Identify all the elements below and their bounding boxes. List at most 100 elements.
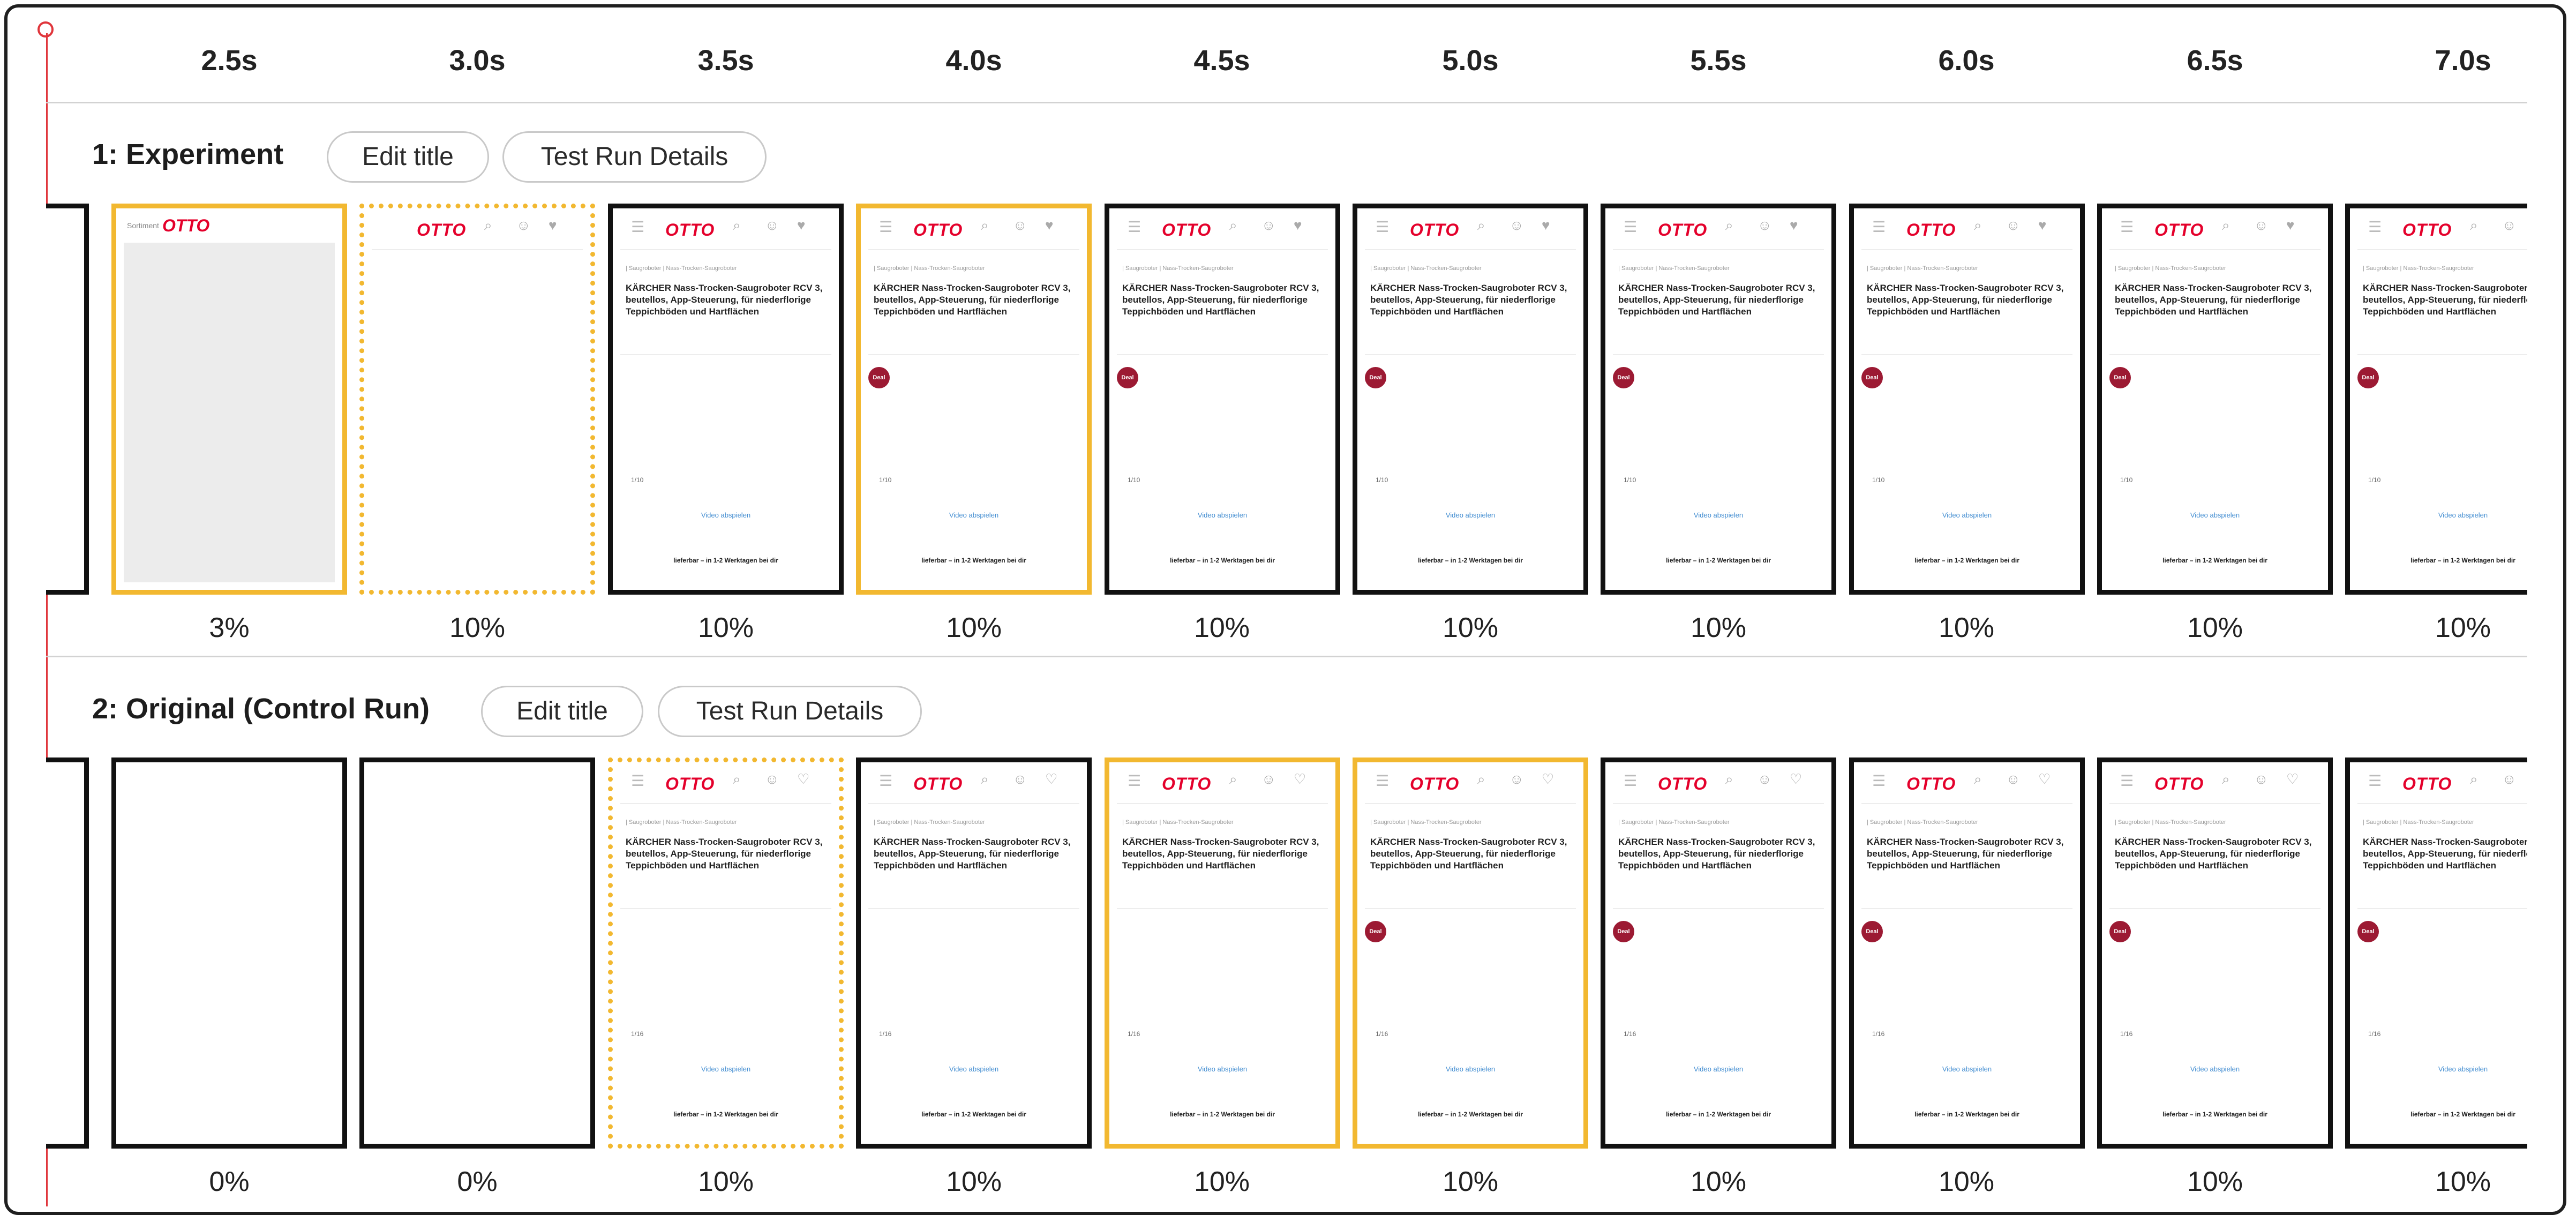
- filmstrip-frame[interactable]: ☰ OTTO ⌕ ☺ ♥ | Saugroboter | Nass-Trocke…: [2345, 204, 2527, 595]
- deal-badge: Deal: [2357, 921, 2379, 942]
- otto-logo: OTTO: [665, 220, 715, 239]
- page-header: ☰ OTTO ⌕ ☺ ♥: [1365, 216, 1576, 250]
- page-header: ☰ OTTO ⌕ ☺ ♡: [2109, 770, 2320, 804]
- filmstrip-frame[interactable]: ☰ OTTO ⌕ ☺ ♥ | Saugroboter | Nass-Trocke…: [608, 204, 844, 595]
- image-counter: 1/16: [1624, 1030, 1636, 1038]
- filmstrip-frame[interactable]: ☰ OTTO ⌕ ☺ ♡ | Saugroboter | Nass-Trocke…: [2097, 758, 2333, 1149]
- user-icon: ☺: [1758, 217, 1772, 233]
- page-header: ☰ OTTO ⌕ ☺ ♡: [2357, 770, 2527, 804]
- breadcrumb: | Saugroboter | Nass-Trocken-Saugroboter: [874, 265, 985, 272]
- heart-icon: ♥: [2286, 217, 2295, 233]
- filmstrip-frame[interactable]: Sortiment OTTO: [111, 204, 347, 595]
- filmstrip-frame[interactable]: [359, 758, 595, 1149]
- page-screenshot: ☰ OTTO ⌕ ☺ ♡ | Saugroboter | Nass-Trocke…: [613, 762, 839, 1144]
- user-icon: ☺: [1509, 771, 1524, 787]
- search-icon: ⌕: [733, 771, 741, 787]
- filmstrip-frame[interactable]: ☰ OTTO ⌕ ☺ ♥ | Saugroboter | Nass-Trocke…: [2097, 204, 2333, 595]
- playhead-handle[interactable]: [37, 21, 54, 38]
- search-icon: ⌕: [1725, 771, 1733, 787]
- delivery-info: lieferbar – in 1-2 Werktagen bei dir: [921, 557, 1026, 564]
- breadcrumb: | Saugroboter | Nass-Trocken-Saugroboter: [2363, 819, 2474, 826]
- filmstrip-frame[interactable]: ☰ OTTO ⌕ ☺ ♡ | Saugroboter | Nass-Trocke…: [1353, 758, 1588, 1149]
- page-screenshot: ☰ OTTO ⌕ ☺ ♡ | Saugroboter | Nass-Trocke…: [2350, 762, 2527, 1144]
- filmstrip-frame[interactable]: ☰ OTTO ⌕ ☺ ♡ | Saugroboter | Nass-Trocke…: [856, 758, 1092, 1149]
- test-run-details-button[interactable]: Test Run Details: [502, 131, 767, 183]
- row-title-experiment: 1: Experiment: [92, 138, 284, 170]
- delivery-info: lieferbar – in 1-2 Werktagen bei dir: [1666, 557, 1771, 564]
- video-link: Video abspielen: [1445, 511, 1496, 519]
- product-title: KÄRCHER Nass-Trocken-Saugroboter RCV 3, …: [1867, 837, 2064, 871]
- breadcrumb: | Saugroboter | Nass-Trocken-Saugroboter: [1370, 265, 1482, 272]
- product-title: KÄRCHER Nass-Trocken-Saugroboter RCV 3, …: [874, 837, 1071, 871]
- filmstrip-frame[interactable]: [46, 204, 89, 595]
- filmstrip-frame[interactable]: ☰ OTTO ⌕ ☺ ♡ | Saugroboter | Nass-Trocke…: [2345, 758, 2527, 1149]
- menu-icon: ☰: [1624, 772, 1638, 789]
- video-link: Video abspielen: [2190, 511, 2240, 519]
- filmstrip-frame[interactable]: ☰ OTTO ⌕ ☺ ♡ | Saugroboter | Nass-Trocke…: [608, 758, 844, 1149]
- menu-icon: ☰: [1624, 219, 1638, 235]
- time-tick: 5.5s: [1690, 44, 1747, 77]
- time-tick: 4.0s: [945, 44, 1002, 77]
- filmstrip-frame[interactable]: ☰ OTTO ⌕ ☺ ♥ | Saugroboter | Nass-Trocke…: [1105, 204, 1340, 595]
- breadcrumb: | Saugroboter | Nass-Trocken-Saugroboter: [1122, 265, 1234, 272]
- divider: [1365, 908, 1576, 909]
- video-link: Video abspielen: [1445, 1065, 1496, 1073]
- otto-logo: OTTO: [1410, 774, 1460, 793]
- edit-title-button[interactable]: Edit title: [481, 686, 643, 737]
- filmstrip-frame[interactable]: ☰ OTTO ⌕ ☺ ♥ | Saugroboter | Nass-Trocke…: [1849, 204, 2085, 595]
- product-title: KÄRCHER Nass-Trocken-Saugroboter RCV 3, …: [1122, 837, 1319, 871]
- page-header: ☰ OTTO ⌕ ☺ ♡: [1365, 770, 1576, 804]
- video-link: Video abspielen: [949, 1065, 999, 1073]
- heart-icon: ♡: [2286, 771, 2299, 787]
- delivery-info: lieferbar – in 1-2 Werktagen bei dir: [921, 1111, 1026, 1118]
- video-link: Video abspielen: [1197, 511, 1248, 519]
- page-screenshot: ☰ OTTO ⌕ ☺ ♥ | Saugroboter | Nass-Trocke…: [1605, 208, 1831, 590]
- filmstrip-frame[interactable]: [111, 758, 347, 1149]
- user-icon: ☺: [2502, 217, 2517, 233]
- user-icon: ☺: [1261, 771, 1276, 787]
- visual-complete-percent: 10%: [2435, 1166, 2491, 1197]
- divider: [868, 908, 1079, 909]
- video-link: Video abspielen: [1693, 511, 1744, 519]
- edit-title-button[interactable]: Edit title: [327, 131, 489, 183]
- heart-icon: ♥: [2038, 217, 2047, 233]
- product-title: KÄRCHER Nass-Trocken-Saugroboter RCV 3, …: [626, 283, 823, 317]
- page-screenshot: ☰ OTTO ⌕ ☺ ♥ | Saugroboter | Nass-Trocke…: [2102, 208, 2328, 590]
- otto-logo: OTTO: [2402, 220, 2452, 239]
- image-counter: 1/10: [1376, 476, 1388, 484]
- product-title: KÄRCHER Nass-Trocken-Saugroboter RCV 3, …: [1867, 283, 2064, 317]
- filmstrip-frame[interactable]: ☰ OTTO ⌕ ☺ ♥ | Saugroboter | Nass-Trocke…: [1353, 204, 1588, 595]
- image-counter: 1/10: [1128, 476, 1140, 484]
- filmstrip-frame[interactable]: ☰ OTTO ⌕ ☺ ♡ | Saugroboter | Nass-Trocke…: [1849, 758, 2085, 1149]
- filmstrip-row-control: ☰ OTTO ⌕ ☺ ♡ | Saugroboter | Nass-Trocke…: [46, 758, 2527, 1149]
- search-icon: ⌕: [1477, 217, 1485, 233]
- otto-logo: OTTO: [2154, 774, 2204, 793]
- filmstrip-frame[interactable]: OTTO ⌕ ☺ ♥: [359, 204, 595, 595]
- filmstrip-frame[interactable]: ☰ OTTO ⌕ ☺ ♡ | Saugroboter | Nass-Trocke…: [1601, 758, 1836, 1149]
- test-run-details-button[interactable]: Test Run Details: [658, 686, 922, 737]
- filmstrip-frame[interactable]: ☰ OTTO ⌕ ☺ ♡ | Saugroboter | Nass-Trocke…: [1105, 758, 1340, 1149]
- page-header: ☰ OTTO ⌕ ☺ ♡: [868, 770, 1079, 804]
- video-link: Video abspielen: [2438, 511, 2488, 519]
- deal-badge: Deal: [1117, 367, 1138, 388]
- deal-badge: Deal: [868, 367, 890, 388]
- page-header: OTTO ⌕ ☺ ♥: [372, 216, 583, 250]
- delivery-info: lieferbar – in 1-2 Werktagen bei dir: [1170, 1111, 1275, 1118]
- page-header: ☰ OTTO ⌕ ☺ ♡: [620, 770, 831, 804]
- menu-icon: ☰: [631, 219, 645, 235]
- search-icon: ⌕: [2222, 217, 2230, 233]
- image-counter: 1/16: [879, 1030, 892, 1038]
- filmstrip-frame[interactable]: ☰ OTTO ⌕ ☺ ♥ | Saugroboter | Nass-Trocke…: [856, 204, 1092, 595]
- page-screenshot: ☰ OTTO ⌕ ☺ ♥ | Saugroboter | Nass-Trocke…: [2350, 208, 2527, 590]
- loading-label: Sortiment: [127, 221, 159, 230]
- divider: [2357, 354, 2527, 355]
- visual-complete-percent: 10%: [1442, 1166, 1499, 1197]
- filmstrip-frame[interactable]: ☰ OTTO ⌕ ☺ ♥ | Saugroboter | Nass-Trocke…: [1601, 204, 1836, 595]
- deal-badge: Deal: [1613, 921, 1634, 942]
- delivery-info: lieferbar – in 1-2 Werktagen bei dir: [1170, 557, 1275, 564]
- visual-complete-percent: 10%: [1442, 612, 1499, 643]
- filmstrip-frame[interactable]: [46, 758, 89, 1149]
- divider: [2109, 354, 2320, 355]
- user-icon: ☺: [1509, 217, 1524, 233]
- product-title: KÄRCHER Nass-Trocken-Saugroboter RCV 3, …: [1370, 837, 1567, 871]
